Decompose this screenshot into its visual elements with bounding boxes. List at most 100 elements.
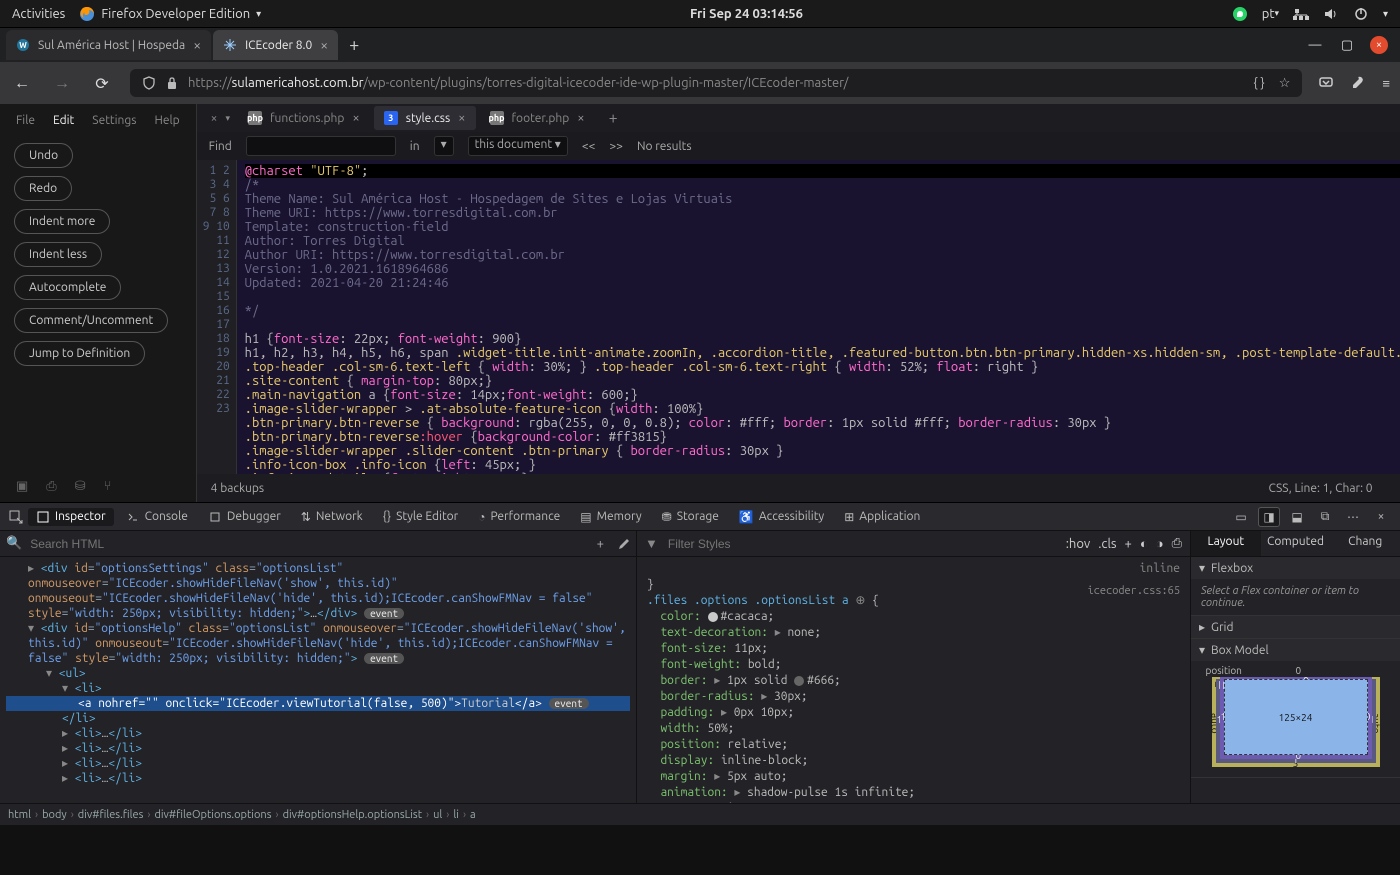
maximize-button[interactable]: ▢	[1338, 36, 1356, 54]
application-tab[interactable]: ⊞Application	[836, 508, 928, 526]
add-rule-button[interactable]: +	[1125, 537, 1132, 551]
source-link[interactable]: icecoder.css:65	[1088, 583, 1180, 599]
close-icon[interactable]: ×	[320, 37, 328, 53]
volume-icon[interactable]	[1323, 6, 1339, 22]
contrast-icon[interactable]: ◑	[1156, 536, 1164, 551]
ide-sidebar: File Edit Settings Help Undo Redo Indent…	[0, 104, 197, 502]
hamburger-icon[interactable]: ≡	[1382, 76, 1390, 91]
close-icon[interactable]: ×	[352, 111, 359, 125]
pick-element-icon[interactable]	[8, 509, 24, 525]
breadcrumb-trail[interactable]: html› body› div#files.files› div#fileOpt…	[0, 803, 1400, 825]
close-icon[interactable]: ×	[458, 111, 465, 125]
code-editor[interactable]: 1 2 3 4 5 6 7 8 9 10 11 12 13 14 15 16 1…	[197, 160, 1400, 474]
braces-icon[interactable]: { }	[1253, 76, 1264, 91]
console-tab[interactable]: Console	[118, 508, 196, 526]
grid-section[interactable]: ▸Grid	[1191, 616, 1400, 638]
print-icon[interactable]: ⎙	[1172, 536, 1182, 551]
debugger-tab[interactable]: Debugger	[200, 508, 289, 526]
storage-tab[interactable]: ⛃Storage	[654, 508, 727, 526]
php-badge-icon: php	[490, 111, 504, 125]
new-tab-button[interactable]: +	[599, 109, 628, 127]
comment-button[interactable]: Comment/Uncomment	[14, 308, 168, 333]
activities-button[interactable]: Activities	[12, 7, 65, 21]
accessibility-tab[interactable]: ♿Accessibility	[731, 508, 832, 526]
undo-button[interactable]: Undo	[14, 143, 73, 168]
url-bar[interactable]: https://sulamericahost.com.br/wp-content…	[130, 69, 1302, 97]
minimize-button[interactable]: —	[1306, 36, 1324, 54]
inspector-tab[interactable]: Inspector	[28, 508, 114, 526]
find-prev-button[interactable]: <<	[582, 140, 596, 153]
html-tree[interactable]: ▸ <div id="optionsSettings" class="optio…	[0, 557, 636, 803]
menu-help[interactable]: Help	[155, 114, 180, 127]
light-icon[interactable]: ◐	[1140, 536, 1148, 551]
css-rules-pane[interactable]: inline } .files .options .optionsList a …	[636, 557, 1190, 803]
editor-tab-footer[interactable]: phpfooter.php×	[480, 106, 595, 130]
close-icon[interactable]: ×	[193, 37, 201, 53]
network-icon[interactable]	[1293, 6, 1309, 22]
clock[interactable]: Fri Sep 24 03:14:56	[261, 7, 1232, 21]
back-button[interactable]: ←	[10, 74, 34, 93]
bookmark-star-icon[interactable]: ☆	[1279, 76, 1291, 91]
find-target-select[interactable]: ▾	[434, 136, 454, 156]
responsive-icon[interactable]: ▭	[1230, 507, 1252, 527]
chevron-down-icon[interactable]: ▾	[225, 113, 230, 124]
boxmodel-section[interactable]: ▾Box Model	[1191, 639, 1400, 661]
style-editor-tab[interactable]: {}Style Editor	[375, 508, 467, 525]
indent-more-button[interactable]: Indent more	[14, 209, 110, 234]
browser-tab-2[interactable]: ICEcoder 8.0 ×	[213, 30, 338, 60]
html-search-input[interactable]	[28, 536, 584, 552]
app-menu[interactable]: Firefox Developer Edition ▾	[79, 6, 261, 22]
pocket-icon[interactable]	[1318, 75, 1334, 91]
editor-tab-functions[interactable]: phpfunctions.php×	[238, 106, 370, 130]
git-icon[interactable]: ⑂	[104, 479, 112, 494]
new-tab-button[interactable]: +	[340, 35, 368, 55]
dock-bottom-icon[interactable]: ⬓	[1286, 507, 1308, 527]
hov-button[interactable]: :hov	[1066, 537, 1091, 551]
editor-tab-style[interactable]: 3style.css×	[374, 106, 476, 130]
wordpress-icon: W	[16, 38, 30, 52]
flexbox-section[interactable]: ▾Flexbox	[1191, 557, 1400, 579]
terminal-icon[interactable]: ▣	[16, 479, 28, 494]
layout-subtab[interactable]: Layout	[1191, 531, 1261, 556]
dock-window-icon[interactable]: ⧉	[1314, 507, 1336, 527]
network-tab[interactable]: ⇅Network	[293, 508, 371, 526]
language-indicator[interactable]: pt ▾	[1262, 7, 1279, 21]
reload-button[interactable]: ⟳	[90, 74, 114, 93]
autocomplete-button[interactable]: Autocomplete	[14, 275, 121, 300]
more-icon[interactable]: ⋯	[1342, 507, 1364, 527]
snowflake-icon	[223, 38, 237, 52]
find-next-button[interactable]: >>	[609, 140, 623, 153]
ide-bottom-icons: ▣ ⎙ ⛁ ⑂	[0, 471, 196, 502]
whatsapp-icon[interactable]	[1232, 6, 1248, 22]
devtools-close-icon[interactable]: ×	[1370, 507, 1392, 527]
filter-styles-input[interactable]	[666, 536, 1058, 552]
wrench-icon[interactable]	[1350, 75, 1366, 91]
close-all-icon[interactable]: ×	[211, 112, 218, 125]
cursor-position: CSS, Line: 1, Char: 0	[1269, 482, 1373, 495]
menu-settings[interactable]: Settings	[92, 114, 136, 127]
find-scope-select[interactable]: this document ▾	[468, 136, 568, 156]
browser-tab-1[interactable]: W Sul América Host | Hospeda ×	[6, 30, 211, 60]
close-icon[interactable]: ×	[577, 111, 584, 125]
add-node-button[interactable]: +	[591, 537, 610, 551]
menu-edit[interactable]: Edit	[53, 114, 74, 127]
menu-file[interactable]: File	[16, 114, 35, 127]
performance-tab[interactable]: ◔Performance	[470, 508, 568, 526]
changes-subtab[interactable]: Chang	[1330, 531, 1400, 556]
database-icon[interactable]: ⛁	[75, 479, 86, 494]
file-icon[interactable]: ⎙	[46, 479, 56, 494]
memory-tab[interactable]: ▤Memory	[572, 508, 649, 526]
redo-button[interactable]: Redo	[14, 176, 72, 201]
cls-button[interactable]: .cls	[1098, 537, 1116, 551]
indent-less-button[interactable]: Indent less	[14, 242, 102, 267]
eyedropper-icon[interactable]	[616, 537, 630, 551]
dock-right-icon[interactable]: ◨	[1258, 507, 1280, 527]
window-close-button[interactable]: ×	[1370, 36, 1388, 54]
jump-button[interactable]: Jump to Definition	[14, 341, 145, 366]
forward-button[interactable]: →	[50, 74, 74, 93]
find-input[interactable]	[246, 136, 396, 156]
computed-subtab[interactable]: Computed	[1261, 531, 1331, 556]
code-content[interactable]: @charset "UTF-8"; /* Theme Name: Sul Amé…	[237, 160, 1400, 474]
chevron-down-icon[interactable]: ▾	[1383, 8, 1388, 20]
power-icon[interactable]	[1353, 6, 1369, 22]
